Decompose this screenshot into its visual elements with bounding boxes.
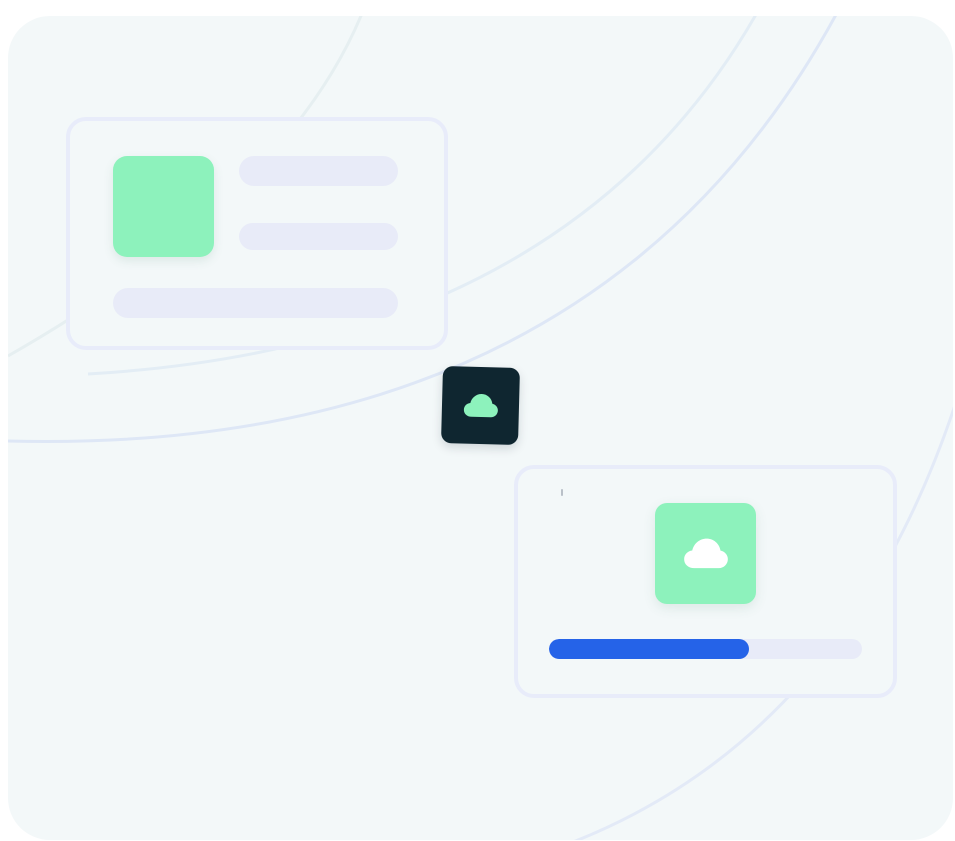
illustration-canvas [8, 16, 953, 840]
upload-card [514, 465, 897, 698]
cloud-badge [441, 366, 520, 445]
profile-card [66, 117, 448, 350]
profile-thumbnail [113, 156, 214, 257]
placeholder-line [113, 288, 398, 318]
card-marker [561, 489, 563, 496]
upload-tile [655, 503, 756, 604]
placeholder-line [239, 156, 398, 186]
upload-progress-fill [549, 639, 750, 659]
placeholder-line [239, 223, 398, 250]
cloud-icon [463, 393, 498, 417]
upload-progress-bar [549, 639, 862, 659]
cloud-icon [683, 538, 728, 568]
